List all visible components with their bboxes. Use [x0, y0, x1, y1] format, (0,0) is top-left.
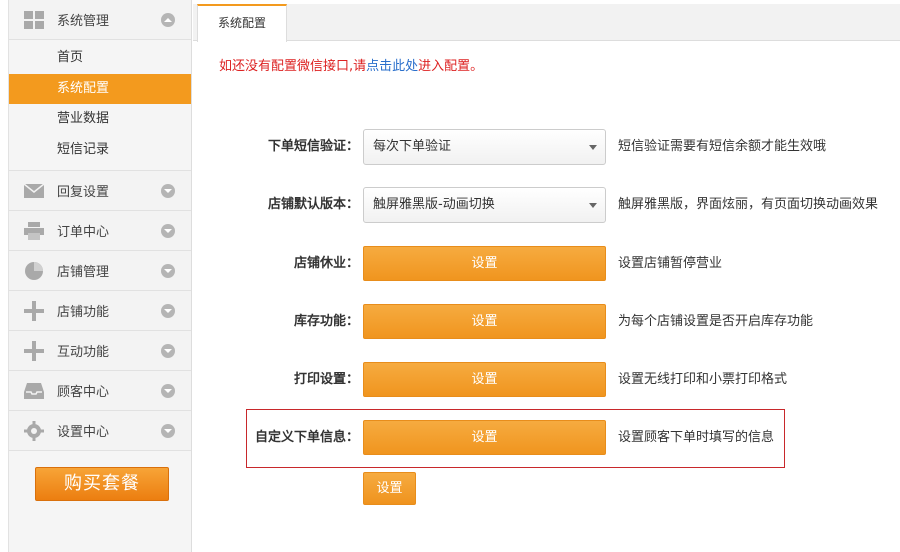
- extra-set-button[interactable]: 设置: [363, 472, 416, 505]
- printer-icon: [23, 221, 45, 241]
- sidebar-section-label: 互动功能: [57, 345, 110, 360]
- buy-package-button[interactable]: 购买套餐: [35, 467, 169, 501]
- notice-text-after: 进入配置。: [418, 59, 484, 74]
- sidebar-section-interaction[interactable]: 互动功能: [9, 331, 191, 371]
- sidebar-section-settings[interactable]: 设置中心: [9, 411, 191, 451]
- setting-label: 店铺休业：: [293, 256, 359, 271]
- sidebar-section-label: 店铺功能: [57, 305, 110, 320]
- sidebar-section-label: 店铺管理: [57, 265, 110, 280]
- inbox-icon: [23, 381, 45, 401]
- chevron-down-icon[interactable]: [161, 264, 175, 278]
- sidebar-section-shop[interactable]: 店铺管理: [9, 251, 191, 291]
- chevron-down-icon[interactable]: [161, 424, 175, 438]
- select-value: 触屏雅黑版-动画切换: [373, 197, 495, 212]
- sidebar-section-system[interactable]: 系统管理: [9, 0, 191, 40]
- plus-icon: [23, 300, 45, 321]
- sidebar-item-home[interactable]: 首页: [9, 43, 191, 74]
- setting-description: 为每个店铺设置是否开启库存功能: [618, 314, 814, 329]
- shop-closed-set-button[interactable]: 设置: [363, 246, 606, 281]
- chevron-down-icon[interactable]: [161, 344, 175, 358]
- select-value: 每次下单验证: [373, 139, 452, 154]
- sidebar-item-sms-records[interactable]: 短信记录: [9, 135, 191, 166]
- chevron-down-icon[interactable]: [161, 224, 175, 238]
- tab-system-config[interactable]: 系统配置: [197, 4, 287, 42]
- setting-row-sms-verify: 下单短信验证： 每次下单验证 短信验证需要有短信余额才能生效哦: [200, 129, 900, 165]
- tab-bar: 系统配置: [193, 4, 900, 42]
- chevron-up-icon[interactable]: [161, 13, 175, 27]
- sidebar-section-customers[interactable]: 顾客中心: [9, 371, 191, 411]
- mail-icon: [23, 181, 45, 201]
- sidebar: 系统管理 首页 系统配置 营业数据 短信记录 回复设置 订单中心 店铺管理 店铺…: [8, 0, 192, 552]
- setting-row-inventory: 库存功能： 设置 为每个店铺设置是否开启库存功能: [200, 304, 900, 340]
- setting-row-default-version: 店铺默认版本： 触屏雅黑版-动画切换 触屏雅黑版，界面炫丽，有页面切换动画效果: [200, 187, 900, 223]
- sidebar-section-label: 回复设置: [57, 185, 110, 200]
- system-submenu: 首页 系统配置 营业数据 短信记录: [9, 40, 191, 171]
- chevron-down-icon[interactable]: [161, 304, 175, 318]
- grid-icon: [23, 10, 45, 30]
- setting-label: 打印设置：: [293, 372, 359, 387]
- sidebar-item-business-data[interactable]: 营业数据: [9, 104, 191, 135]
- inventory-set-button[interactable]: 设置: [363, 304, 606, 339]
- sidebar-section-reply[interactable]: 回复设置: [9, 171, 191, 211]
- chevron-down-icon[interactable]: [161, 384, 175, 398]
- setting-description: 设置店铺暂停营业: [618, 256, 723, 271]
- sms-verify-select[interactable]: 每次下单验证: [363, 129, 606, 165]
- sidebar-section-orders[interactable]: 订单中心: [9, 211, 191, 251]
- sidebar-section-label: 系统管理: [57, 14, 110, 29]
- sidebar-item-system-config[interactable]: 系统配置: [9, 73, 191, 104]
- setting-description: 短信验证需要有短信余额才能生效哦: [618, 139, 827, 154]
- highlight-box: [246, 409, 785, 468]
- setting-label: 店铺默认版本：: [267, 197, 359, 212]
- chevron-down-icon[interactable]: [161, 184, 175, 198]
- dropdown-arrow-icon: [589, 145, 597, 150]
- sidebar-section-label: 顾客中心: [57, 385, 110, 400]
- setting-label: 库存功能：: [293, 314, 359, 329]
- default-version-select[interactable]: 触屏雅黑版-动画切换: [363, 187, 606, 223]
- setting-row-print: 打印设置： 设置 设置无线打印和小票打印格式: [200, 362, 900, 398]
- notice-text-before: 如还没有配置微信接口,请: [219, 59, 367, 74]
- config-link[interactable]: 点击此处: [366, 59, 418, 74]
- sidebar-section-label: 订单中心: [57, 225, 110, 240]
- pie-chart-icon: [23, 261, 45, 281]
- print-set-button[interactable]: 设置: [363, 362, 606, 397]
- sidebar-section-label: 设置中心: [57, 425, 110, 440]
- setting-label: 下单短信验证：: [267, 139, 359, 154]
- sidebar-section-shop-features[interactable]: 店铺功能: [9, 291, 191, 331]
- setting-row-shop-closed: 店铺休业： 设置 设置店铺暂停营业: [200, 246, 900, 282]
- setting-description: 设置无线打印和小票打印格式: [618, 372, 788, 387]
- plus-icon: [23, 340, 45, 361]
- config-notice: 如还没有配置微信接口,请点击此处进入配置。: [219, 55, 483, 74]
- setting-description: 触屏雅黑版，界面炫丽，有页面切换动画效果: [618, 197, 879, 212]
- dropdown-arrow-icon: [589, 203, 597, 208]
- gear-icon: [23, 420, 45, 441]
